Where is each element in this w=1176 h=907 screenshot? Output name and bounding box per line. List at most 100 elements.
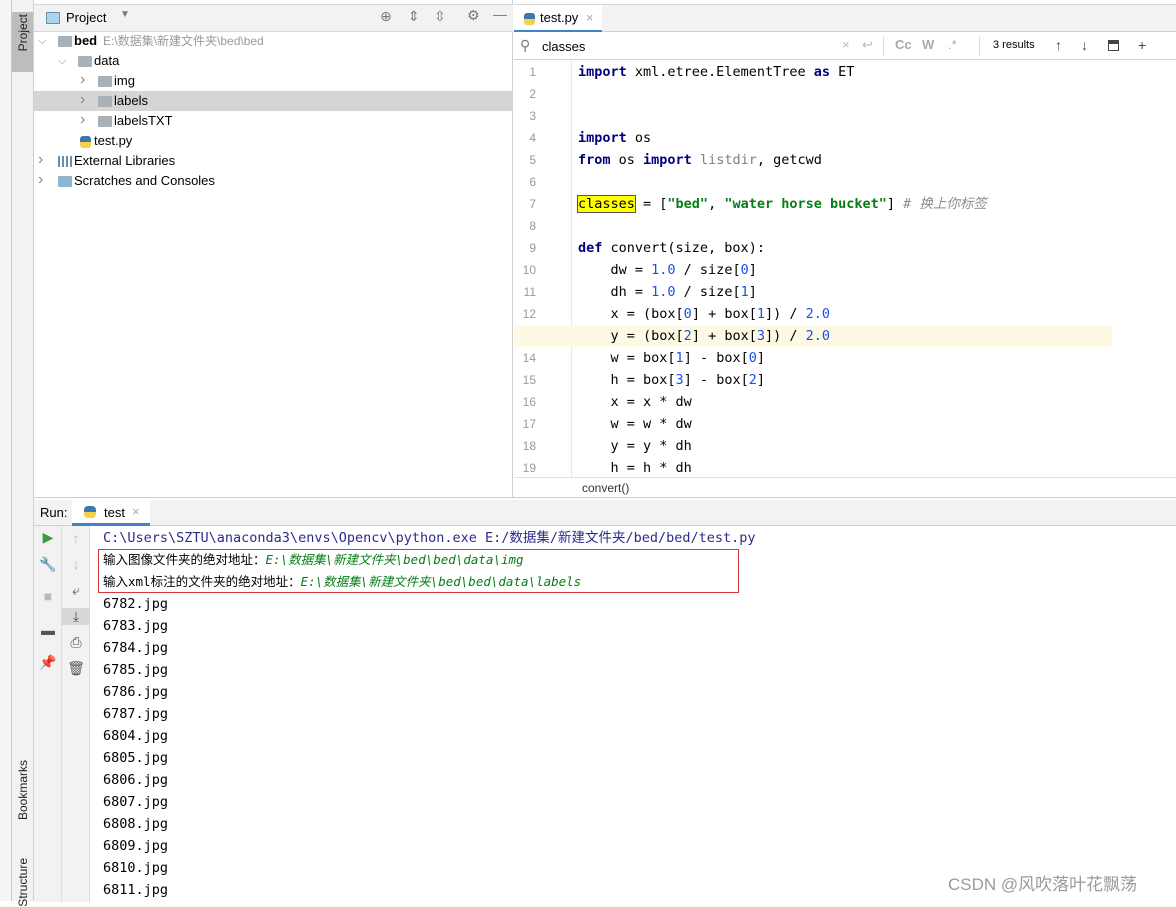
rerun-icon[interactable]: ▶ [34, 529, 62, 546]
code-token: convert(size, box): [602, 240, 765, 256]
run-toolbar: ▶ 🔧 ■ ▬ 📌 [34, 526, 62, 902]
code-token: y = y * dh [578, 438, 692, 454]
code-token: / size[ [675, 262, 741, 278]
project-panel: Project ▼ ⊕ ⇕ ⇳ ⚙ — ⌵ bed E:\数据集\新建文件夹\b… [34, 0, 513, 497]
layout-icon[interactable]: ▬ [34, 622, 62, 638]
scroll-to-end-icon[interactable]: ⤓ [62, 608, 90, 625]
tree-item[interactable]: › labelsTXT [34, 111, 513, 131]
gear-icon[interactable]: ⚙ [467, 7, 480, 24]
code-line: x = x * dw [578, 391, 1176, 413]
chevron-right-icon[interactable]: › [38, 170, 43, 190]
console-toolbar: ↑ ↓ ⤶ ⤓ ⎙ 🗑 [62, 526, 90, 902]
code-line: import os [578, 127, 1176, 149]
arrow-down-icon[interactable]: ↓ [62, 556, 90, 572]
tree-item[interactable]: › Scratches and Consoles [34, 171, 513, 191]
code-token: listdir [699, 152, 757, 168]
code-token: 0 [748, 350, 757, 366]
tree-item[interactable]: › labels [34, 91, 513, 111]
chevron-down-icon[interactable]: ⌵ [58, 51, 66, 71]
code-token: h = h * dh [578, 460, 692, 476]
code-token: "bed" [667, 196, 709, 212]
console-output-line: 6785.jpg [103, 662, 169, 678]
project-tool-tab[interactable]: Project [12, 12, 33, 72]
code-line: h = h * dh [578, 457, 1176, 477]
chevron-down-icon[interactable]: ▼ [120, 9, 130, 20]
code-token: 0 [740, 262, 749, 278]
code-token: w = box[ [578, 350, 676, 366]
console-output-line: 6783.jpg [103, 618, 169, 634]
close-icon[interactable]: × [132, 504, 140, 519]
breadcrumb[interactable]: convert() [514, 477, 1176, 497]
regex-toggle[interactable]: .* [948, 32, 957, 58]
wrench-icon[interactable]: 🔧 [34, 556, 62, 573]
arrow-up-icon[interactable]: ↑ [62, 530, 90, 546]
code-token: ] [756, 350, 765, 366]
filter-icon[interactable] [1108, 40, 1119, 51]
trash-icon[interactable]: 🗑 [62, 660, 90, 677]
new-line-icon[interactable]: ↩ [862, 32, 873, 58]
tree-item[interactable]: ⌵ data [34, 51, 513, 71]
match-case-toggle[interactable]: Cc [895, 32, 912, 58]
locate-icon[interactable]: ⊕ [380, 8, 392, 25]
words-toggle[interactable]: W [922, 32, 934, 58]
tab-test-py[interactable]: test.py × [514, 5, 602, 33]
close-icon[interactable]: × [586, 10, 594, 25]
chevron-right-icon[interactable]: › [38, 150, 43, 170]
stop-icon[interactable]: ■ [34, 588, 62, 604]
bookmarks-tab[interactable]: Bookmarks [16, 760, 30, 820]
chevron-right-icon[interactable]: › [80, 70, 85, 90]
search-icon[interactable]: ⚲ [520, 32, 530, 58]
code-token: ] - box[ [683, 372, 749, 388]
chevron-right-icon[interactable]: › [80, 90, 85, 110]
console-input-line: 输入图像文件夹的绝对地址：E:\数据集\新建文件夹\bed\bed\data\i… [103, 549, 524, 571]
tree-root[interactable]: ⌵ bed E:\数据集\新建文件夹\bed\bed [34, 31, 513, 51]
pin-icon[interactable]: 📌 [34, 654, 62, 671]
console-output-line: 6782.jpg [103, 596, 169, 612]
python-file-icon [80, 136, 91, 148]
chevron-down-icon: ⌵ [38, 35, 47, 47]
console-output-line: 6808.jpg [103, 816, 169, 832]
tree-item[interactable]: › img [34, 71, 513, 91]
watermark: CSDN @风吹落叶花飘荡 [948, 875, 1138, 894]
run-tab-test[interactable]: test × [72, 500, 150, 526]
prompt: 输入图像文件夹的绝对地址： [103, 552, 266, 567]
code-token: , getcwd [756, 152, 822, 168]
code-line: y = y * dh [578, 435, 1176, 457]
folder-icon [98, 76, 112, 87]
divider [883, 36, 884, 56]
search-input[interactable] [542, 36, 842, 56]
tree-item[interactable]: › External Libraries [34, 151, 513, 171]
search-bar: ⚲ × ↩ Cc W .* 3 results ↑ ↓ + [514, 32, 1176, 60]
code-token: x = (box[ [578, 306, 684, 322]
tree-item[interactable]: test.py [34, 131, 513, 151]
structure-tab[interactable]: Structure [16, 858, 30, 907]
code-token: x = x * dw [578, 394, 692, 410]
project-title[interactable]: Project [66, 10, 106, 25]
console-output-line: 6811.jpg [103, 882, 169, 898]
code-token: h = box[ [578, 372, 676, 388]
expand-all-icon[interactable]: ⇕ [408, 8, 420, 25]
minimize-icon[interactable]: — [493, 6, 507, 22]
code-line: dh = 1.0 / size[1] [578, 281, 1176, 303]
code-token: 2.0 [805, 328, 831, 344]
print-icon[interactable]: ⎙ [62, 634, 90, 651]
soft-wrap-icon[interactable]: ⤶ [62, 582, 90, 599]
chevron-right-icon[interactable]: › [80, 110, 85, 130]
arrow-down-icon[interactable]: ↓ [1081, 32, 1088, 58]
folder-icon [98, 96, 112, 107]
tree-item-label: data [94, 53, 120, 68]
tree-item-label: test.py [94, 133, 133, 148]
code-line: dw = 1.0 / size[0] [578, 259, 1176, 281]
collapse-all-icon[interactable]: ⇳ [434, 8, 446, 25]
code-token: import [578, 130, 627, 146]
arrow-up-icon[interactable]: ↑ [1055, 32, 1062, 58]
console-output-line: 6809.jpg [103, 838, 169, 854]
clear-icon[interactable]: × [842, 32, 850, 58]
code-token: 1 [756, 306, 765, 322]
code-area[interactable]: import xml.etree.ElementTree as ET import… [514, 60, 1176, 477]
add-occurrence-icon[interactable]: + [1138, 32, 1146, 58]
tree-item-label: Scratches and Consoles [74, 173, 215, 188]
code-line: def convert(size, box): [578, 237, 1176, 259]
